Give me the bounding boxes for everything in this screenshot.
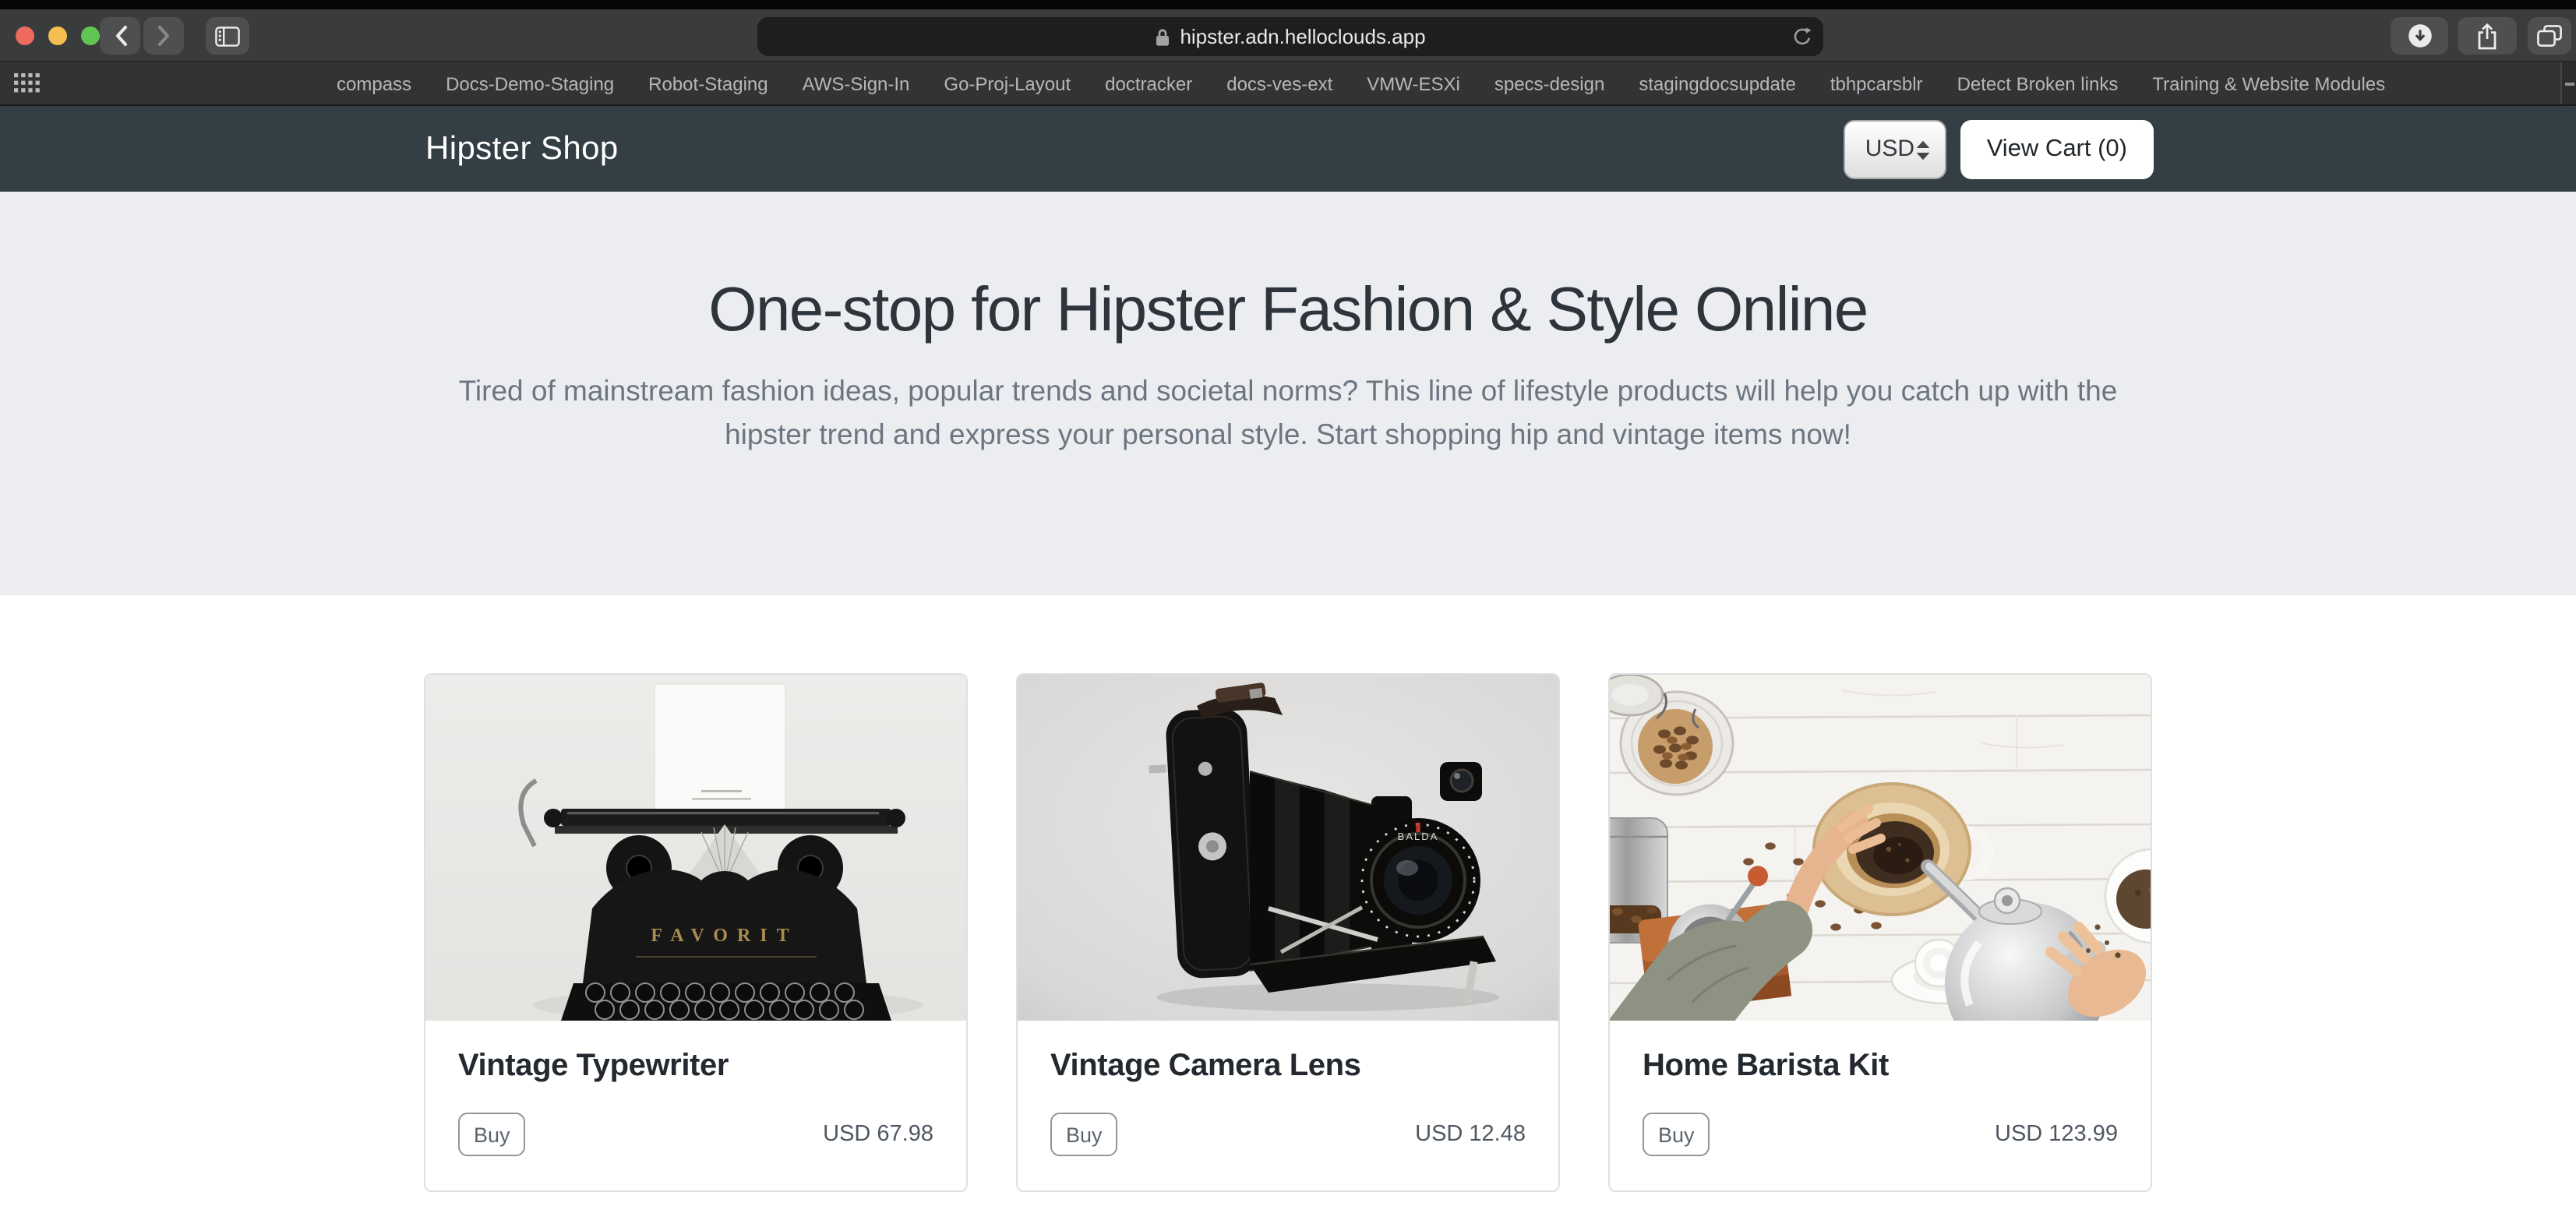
- view-cart-button[interactable]: View Cart (0): [1960, 119, 2154, 178]
- window-controls: [16, 26, 100, 45]
- hero-title: One-stop for Hipster Fashion & Style Onl…: [0, 192, 2576, 346]
- currency-value: USD: [1865, 136, 1914, 162]
- minimize-window-button[interactable]: [48, 26, 67, 45]
- product-price: USD 123.99: [1995, 1122, 2118, 1147]
- bookmarks-overflow-button[interactable]: [2560, 62, 2576, 104]
- dash-icon: [2564, 82, 2574, 85]
- download-icon: [2407, 23, 2432, 48]
- bookmark-item[interactable]: Docs-Demo-Staging: [446, 72, 614, 94]
- product-price: USD 67.98: [823, 1122, 933, 1147]
- bookmark-item[interactable]: AWS-Sign-In: [803, 72, 910, 94]
- bookmark-item[interactable]: Training & Website Modules: [2152, 72, 2385, 94]
- buy-button[interactable]: Buy: [458, 1113, 526, 1156]
- bookmark-item[interactable]: doctracker: [1105, 72, 1192, 94]
- product-image-camera[interactable]: BALDA: [1018, 675, 1558, 1021]
- typewriter-brand-text: FAVORIT: [651, 926, 798, 946]
- menu-bar-strip: [0, 0, 2576, 9]
- address-bar[interactable]: hipster.adn.helloclouds.app: [757, 17, 1823, 56]
- product-card-home-barista-kit: Home Barista Kit Buy USD 123.99: [1608, 673, 2152, 1192]
- product-info: Vintage Camera Lens Buy USD 12.48: [1018, 1021, 1558, 1190]
- tabs-icon: [2537, 25, 2562, 47]
- product-info: Home Barista Kit Buy USD 123.99: [1610, 1021, 2151, 1190]
- close-window-button[interactable]: [16, 26, 34, 45]
- lock-icon: [1155, 27, 1170, 46]
- typewriter-illustration: FAVORIT: [425, 675, 966, 1021]
- site-header: Hipster Shop USD View Cart (0): [0, 106, 2576, 192]
- bookmark-item[interactable]: compass: [337, 72, 411, 94]
- select-arrows-icon: [1915, 139, 1931, 166]
- chevron-left-icon: [111, 25, 129, 47]
- bookmark-item[interactable]: Detect Broken links: [1957, 72, 2119, 94]
- sidebar-toggle-button[interactable]: [206, 17, 249, 55]
- bookmark-item[interactable]: Robot-Staging: [648, 72, 768, 94]
- product-title[interactable]: Home Barista Kit: [1643, 1049, 2118, 1085]
- product-info: Vintage Typewriter Buy USD 67.98: [425, 1021, 966, 1190]
- bookmark-item[interactable]: tbhpcarsblr: [1830, 72, 1923, 94]
- product-card-vintage-typewriter: FAVORIT Vintage Typewriter Buy USD 67.98: [424, 673, 968, 1192]
- forward-button[interactable]: [143, 17, 184, 55]
- safari-window: hipster.adn.helloclouds.app: [0, 0, 2576, 1231]
- bookmark-item[interactable]: Go-Proj-Layout: [944, 72, 1071, 94]
- header-controls: USD View Cart (0): [1844, 119, 2154, 178]
- share-button[interactable]: [2458, 17, 2517, 55]
- bookmarks-list: compass Docs-Demo-Staging Robot-Staging …: [337, 72, 2385, 94]
- product-card-vintage-camera-lens: BALDA Vintage Camera Lens Buy USD 12.48: [1016, 673, 1560, 1192]
- barista-illustration: [1610, 675, 2151, 1021]
- brand-logo[interactable]: Hipster Shop: [425, 130, 619, 168]
- refresh-button[interactable]: [1792, 26, 1812, 51]
- hero-subtitle: Tired of mainstream fashion ideas, popul…: [417, 369, 2159, 457]
- share-icon: [2476, 23, 2498, 49]
- camera-illustration: BALDA: [1018, 675, 1558, 1021]
- zoom-window-button[interactable]: [81, 26, 100, 45]
- url-text: hipster.adn.helloclouds.app: [1180, 25, 1425, 48]
- currency-select[interactable]: USD: [1844, 119, 1946, 178]
- buy-button[interactable]: Buy: [1643, 1113, 1710, 1156]
- product-title[interactable]: Vintage Camera Lens: [1050, 1049, 1526, 1085]
- buy-button[interactable]: Buy: [1050, 1113, 1118, 1156]
- product-grid: FAVORIT Vintage Typewriter Buy USD 67.98: [0, 673, 2576, 1192]
- bookmark-item[interactable]: specs-design: [1494, 72, 1604, 94]
- bookmark-item[interactable]: stagingdocsupdate: [1639, 72, 1796, 94]
- bookmark-item[interactable]: docs-ves-ext: [1226, 72, 1332, 94]
- refresh-icon: [1792, 26, 1812, 47]
- sidebar-icon: [215, 26, 240, 46]
- downloads-button[interactable]: [2391, 17, 2448, 55]
- product-title[interactable]: Vintage Typewriter: [458, 1049, 933, 1085]
- product-image-typewriter[interactable]: FAVORIT: [425, 675, 966, 1021]
- product-image-barista[interactable]: [1610, 675, 2151, 1021]
- back-button[interactable]: [100, 17, 140, 55]
- product-price: USD 12.48: [1415, 1122, 1526, 1147]
- hero-section: One-stop for Hipster Fashion & Style Onl…: [0, 192, 2576, 595]
- bookmarks-bar: compass Docs-Demo-Staging Robot-Staging …: [0, 62, 2576, 106]
- bookmarks-grid-icon[interactable]: [14, 73, 41, 101]
- bookmark-item[interactable]: VMW-ESXi: [1367, 72, 1460, 94]
- chevron-right-icon: [155, 25, 172, 47]
- camera-brand-text: BALDA: [1398, 831, 1439, 842]
- tab-overview-button[interactable]: [2528, 17, 2571, 55]
- browser-toolbar: hipster.adn.helloclouds.app: [0, 9, 2576, 62]
